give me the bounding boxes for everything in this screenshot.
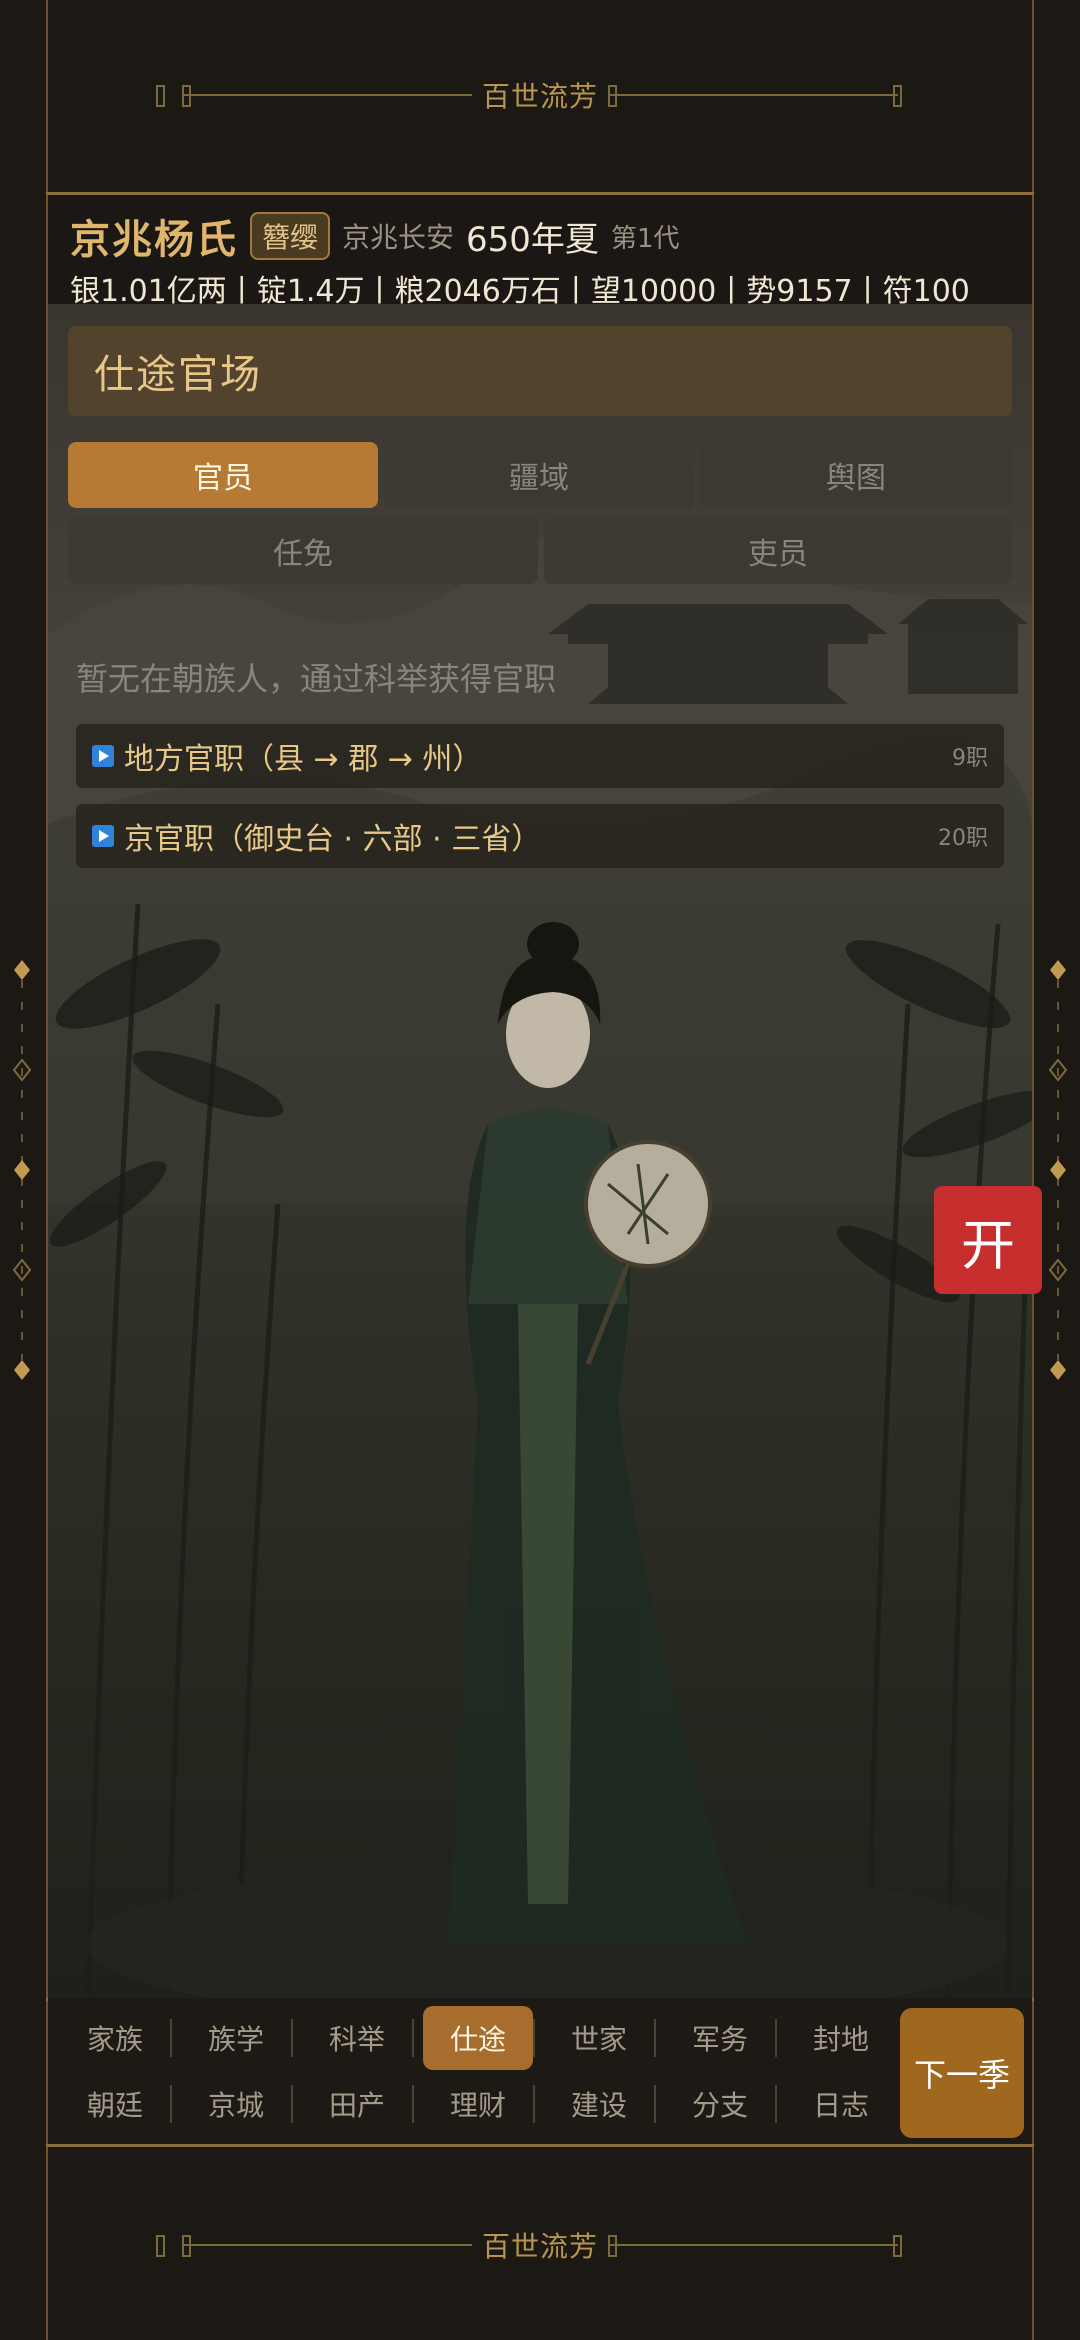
clan-name: 京兆杨氏 [70,217,238,263]
bottom-nav: 家族 族学 科举 仕途 世家 军务 封地 朝廷 京城 田产 理财 建设 分支 日… [48,1998,1032,2144]
generation-label: 第1代 [610,223,680,254]
nav-divider [533,2085,535,2123]
tab-appointments[interactable]: 任免 [68,518,538,584]
status-header: 京兆杨氏 簪缨 京兆长安 650年夏 第1代 银1.01亿两丨锭1.4万丨粮20… [48,196,1032,306]
local-office-row[interactable]: 地方官职（县 → 郡 → 州） 9职 [76,724,1004,788]
banner-rule-left [155,2235,472,2257]
nav-bottom-divider [46,2144,1034,2147]
nav-noble-families[interactable]: 世家 [544,2006,654,2070]
nav-divider [170,2085,172,2123]
nav-divider [291,2085,293,2123]
nav-divider [412,2085,414,2123]
panel-title: 仕途官场 [68,326,1012,416]
frame-right-border [1032,0,1034,2340]
nav-divider [170,2019,172,2057]
tab-clerks[interactable]: 吏员 [544,518,1012,584]
banner-rule-right [608,2235,902,2257]
left-ornament [12,960,32,1380]
game-date: 650年夏 [466,219,599,260]
nav-military[interactable]: 军务 [665,2006,775,2070]
nav-career[interactable]: 仕途 [423,2006,533,2070]
open-button[interactable]: 开 [934,1186,1042,1294]
nav-finance[interactable]: 理财 [423,2072,533,2136]
tab-map[interactable]: 舆图 [700,442,1012,508]
clan-location: 京兆长安 [342,221,455,254]
rank-badge: 簪缨 [250,212,331,260]
nav-family[interactable]: 家族 [60,2006,170,2070]
nav-divider [412,2019,414,2057]
tab-territory[interactable]: 疆域 [384,442,694,508]
nav-farmland[interactable]: 田产 [302,2072,412,2136]
banner-rule-left [155,85,472,107]
nav-divider [654,2085,656,2123]
main-scene: 仕途官场 官员 疆域 舆图 任免 吏员 暂无在朝族人，通过科举获得官职 地方官职… [48,304,1032,1998]
right-ornament [1048,960,1068,1380]
nav-clan-school[interactable]: 族学 [181,2006,291,2070]
banner-title: 百世流芳 [481,2230,598,2263]
nav-log[interactable]: 日志 [786,2072,896,2136]
office-count: 9职 [952,746,988,771]
header-top-divider [46,192,1034,195]
capital-office-row[interactable]: 京官职（御史台 · 六部 · 三省） 20职 [76,804,1004,868]
office-count: 20职 [938,826,988,851]
banner-title: 百世流芳 [481,80,598,113]
tab-officials[interactable]: 官员 [68,442,378,508]
bottom-banner: 百世流芳 [48,2150,1032,2340]
nav-divider [775,2019,777,2057]
nav-exam[interactable]: 科举 [302,2006,412,2070]
office-category-label: 京官职（御史台 · 六部 · 三省） [124,822,542,857]
nav-court[interactable]: 朝廷 [60,2072,170,2136]
expand-arrow-icon [92,825,114,847]
nav-capital[interactable]: 京城 [181,2072,291,2136]
nav-divider [291,2019,293,2057]
nav-divider [775,2085,777,2123]
nav-branches[interactable]: 分支 [665,2072,775,2136]
resource-bar: 银1.01亿两丨锭1.4万丨粮2046万石丨望10000丨势9157丨符100 [70,274,970,306]
office-category-label: 地方官职（县 → 郡 → 州） [124,742,483,777]
nav-divider [654,2019,656,2057]
nav-construction[interactable]: 建设 [544,2072,654,2136]
top-banner: 百世流芳 [48,0,1032,190]
banner-rule-right [608,85,902,107]
nav-fiefdom[interactable]: 封地 [786,2006,896,2070]
next-season-button[interactable]: 下一季 [900,2008,1024,2138]
expand-arrow-icon [92,745,114,767]
nav-divider [533,2019,535,2057]
empty-officials-note: 暂无在朝族人，通过科举获得官职 [76,660,557,698]
